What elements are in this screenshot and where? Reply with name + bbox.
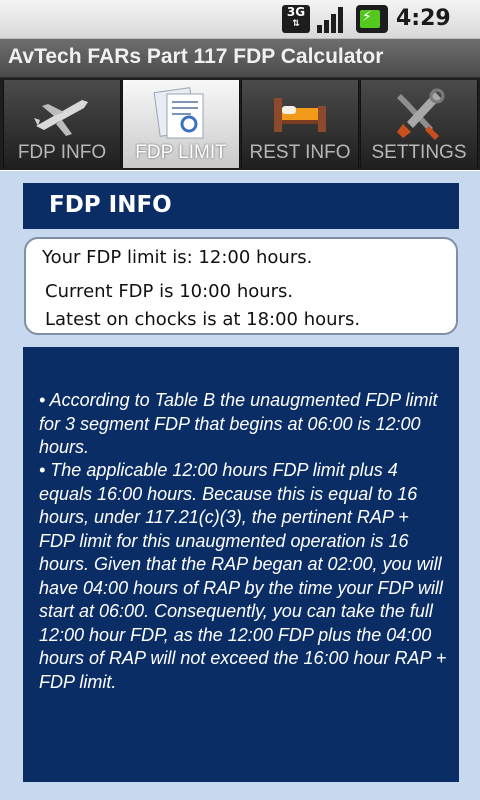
documents-icon <box>151 86 211 142</box>
section-header: FDP INFO <box>23 183 459 229</box>
network-type-label: 3G <box>286 5 306 19</box>
signal-strength-icon <box>316 5 348 33</box>
content-area: FDP INFO Your FDP limit is: 12:00 hours.… <box>0 171 480 800</box>
explanation-paragraph-rap: • The applicable 12:00 hours FDP limit p… <box>39 460 447 692</box>
tab-label: REST INFO <box>249 142 351 163</box>
latest-on-chocks-text: Latest on chocks is at 18:00 hours. <box>45 309 361 330</box>
bed-icon <box>270 86 330 142</box>
tab-settings[interactable]: SETTINGS <box>360 80 478 168</box>
tools-icon <box>389 86 449 142</box>
tab-fdp-limit[interactable]: FDP LIMIT <box>122 80 240 168</box>
summary-panel: Your FDP limit is: 12:00 hours. Current … <box>24 237 458 335</box>
fdp-limit-text: Your FDP limit is: 12:00 hours. <box>42 247 313 268</box>
tab-label: SETTINGS <box>371 142 467 163</box>
battery-charging-icon: ⚡ <box>356 5 388 33</box>
current-fdp-text: Current FDP is 10:00 hours. <box>45 281 294 302</box>
clock-time: 4:29 <box>396 6 451 31</box>
section-title: FDP INFO <box>49 192 172 218</box>
app-title-bar: AvTech FARs Part 117 FDP Calculator <box>0 39 480 78</box>
explanation-panel: • According to Table B the unaugmented F… <box>23 347 459 782</box>
tab-rest-info[interactable]: REST INFO <box>241 80 359 168</box>
network-3g-icon: 3G ⇅ <box>282 5 310 33</box>
explanation-paragraph-table-b: • According to Table B the unaugmented F… <box>39 390 438 457</box>
tab-fdp-info[interactable]: FDP INFO <box>3 80 121 168</box>
data-arrows-icon: ⇅ <box>292 19 300 29</box>
tab-label: FDP LIMIT <box>135 142 227 163</box>
airplane-icon <box>32 86 92 142</box>
app-title: AvTech FARs Part 117 FDP Calculator <box>8 45 384 68</box>
status-bar: 3G ⇅ ⚡ 4:29 PM <box>0 0 480 54</box>
tab-label: FDP INFO <box>17 142 107 163</box>
tab-bar: FDP INFO FDP LIMIT REST INFO SETTINGS <box>0 78 480 170</box>
